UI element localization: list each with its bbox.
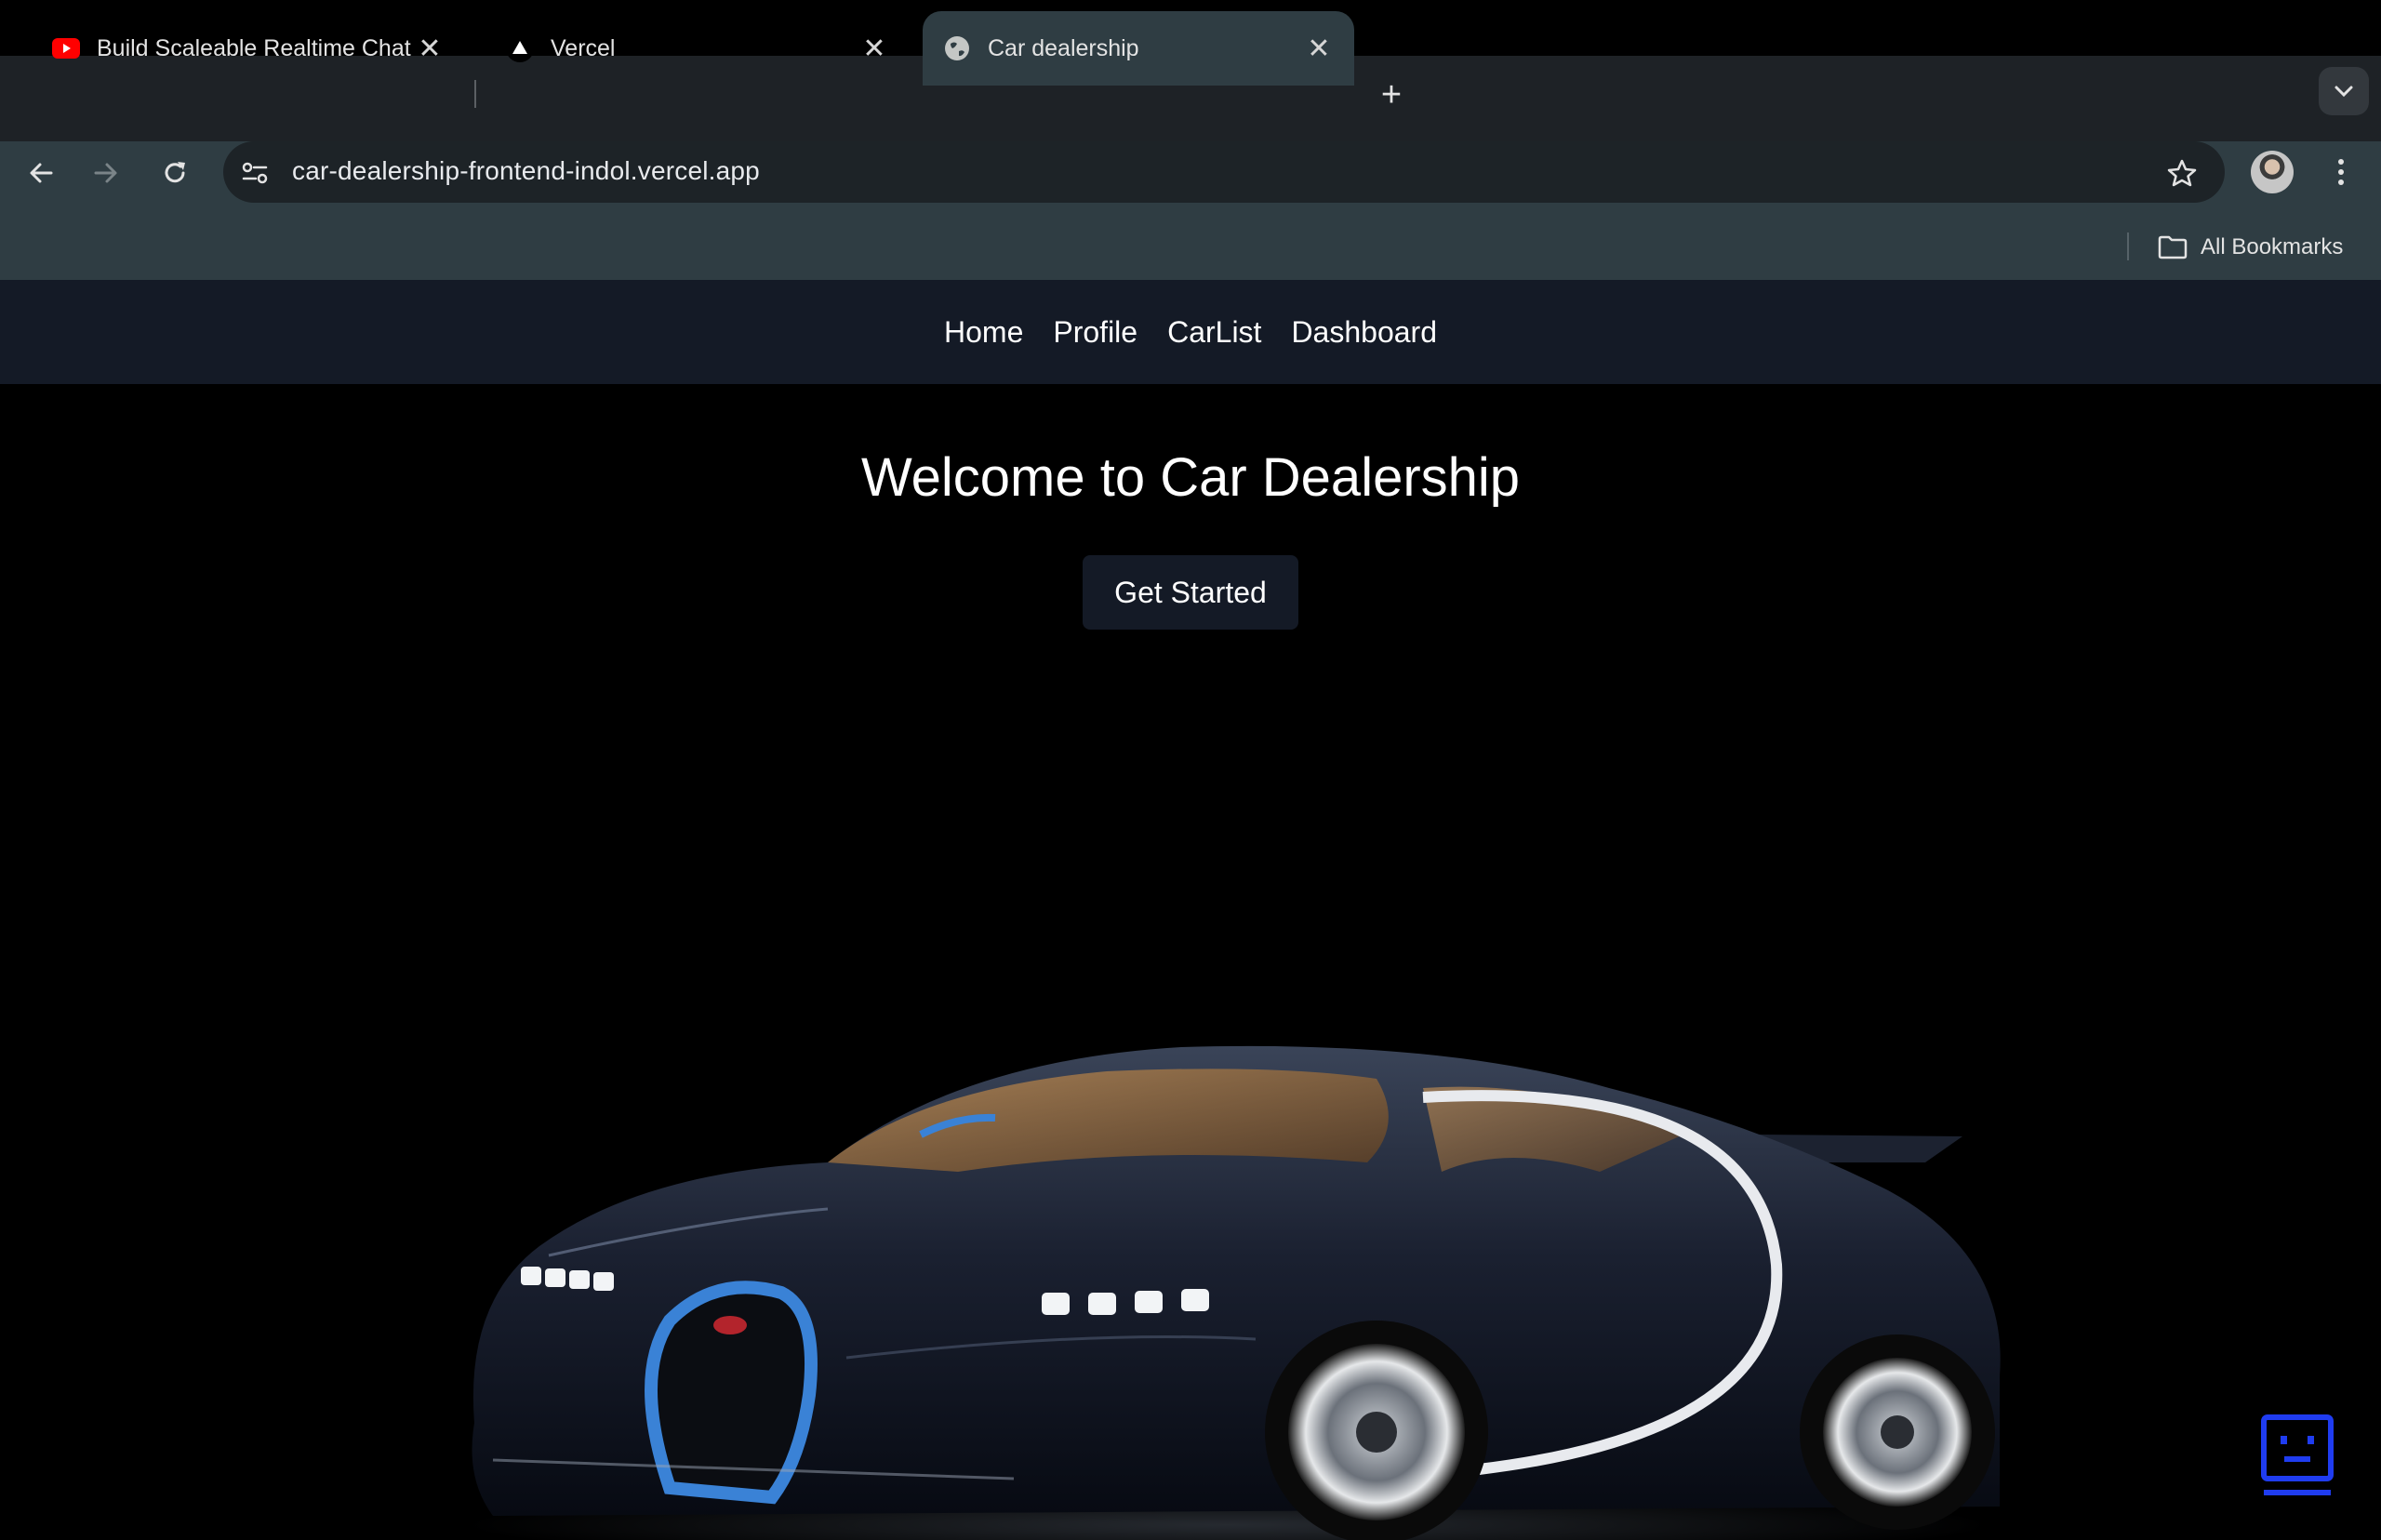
- close-icon[interactable]: ✕: [858, 32, 891, 65]
- close-icon[interactable]: ✕: [413, 32, 446, 65]
- nav-link-carlist[interactable]: CarList: [1167, 315, 1261, 350]
- tab-title: Vercel: [551, 34, 616, 61]
- arrow-left-icon: [30, 163, 53, 183]
- url-text[interactable]: car-dealership-frontend-indol.vercel.app: [292, 156, 760, 186]
- profile-avatar[interactable]: [2251, 151, 2294, 193]
- tab-title: Build Scaleable Realtime Chat: [97, 34, 411, 61]
- vercel-triangle-icon: [506, 34, 534, 62]
- site-info-icon[interactable]: [234, 153, 275, 193]
- all-bookmarks-button[interactable]: All Bookmarks: [2158, 231, 2343, 264]
- bookmarks-divider: [2127, 232, 2129, 260]
- folder-icon: [2158, 235, 2188, 259]
- nav-link-dashboard[interactable]: Dashboard: [1291, 315, 1437, 350]
- tab-separator: [474, 80, 476, 108]
- nav-link-home[interactable]: Home: [944, 315, 1023, 350]
- site-navbar: Home Profile CarList Dashboard: [0, 280, 2381, 384]
- reload-icon: [165, 162, 185, 183]
- get-started-button[interactable]: Get Started: [1083, 555, 1298, 630]
- chevron-down-icon: [2334, 86, 2353, 98]
- chat-assistant-icon[interactable]: [2260, 1414, 2334, 1499]
- tab-youtube[interactable]: Build Scaleable Realtime Chat ✕: [32, 11, 465, 86]
- youtube-icon: [52, 34, 80, 62]
- bookmarks-label: All Bookmarks: [2201, 234, 2344, 259]
- hero-car-image: [465, 1045, 2001, 1540]
- hero-title: Welcome to Car Dealership: [860, 447, 1521, 508]
- back-button[interactable]: [13, 153, 69, 193]
- forward-button[interactable]: [78, 153, 134, 193]
- new-tab-button[interactable]: +: [1371, 74, 1412, 115]
- tab-car-dealership[interactable]: Car dealership ✕: [923, 11, 1354, 86]
- globe-icon: [943, 34, 971, 62]
- reload-button[interactable]: [147, 153, 203, 193]
- bookmark-star-icon[interactable]: [2160, 151, 2204, 195]
- arrow-right-icon: [94, 163, 117, 183]
- nav-link-profile[interactable]: Profile: [1053, 315, 1137, 350]
- tab-vercel[interactable]: Vercel ✕: [486, 11, 910, 86]
- tab-search-button[interactable]: [2319, 67, 2369, 115]
- menu-kebab-icon[interactable]: [2320, 151, 2362, 193]
- tab-title: Car dealership: [988, 34, 1139, 61]
- close-icon[interactable]: ✕: [1302, 32, 1336, 65]
